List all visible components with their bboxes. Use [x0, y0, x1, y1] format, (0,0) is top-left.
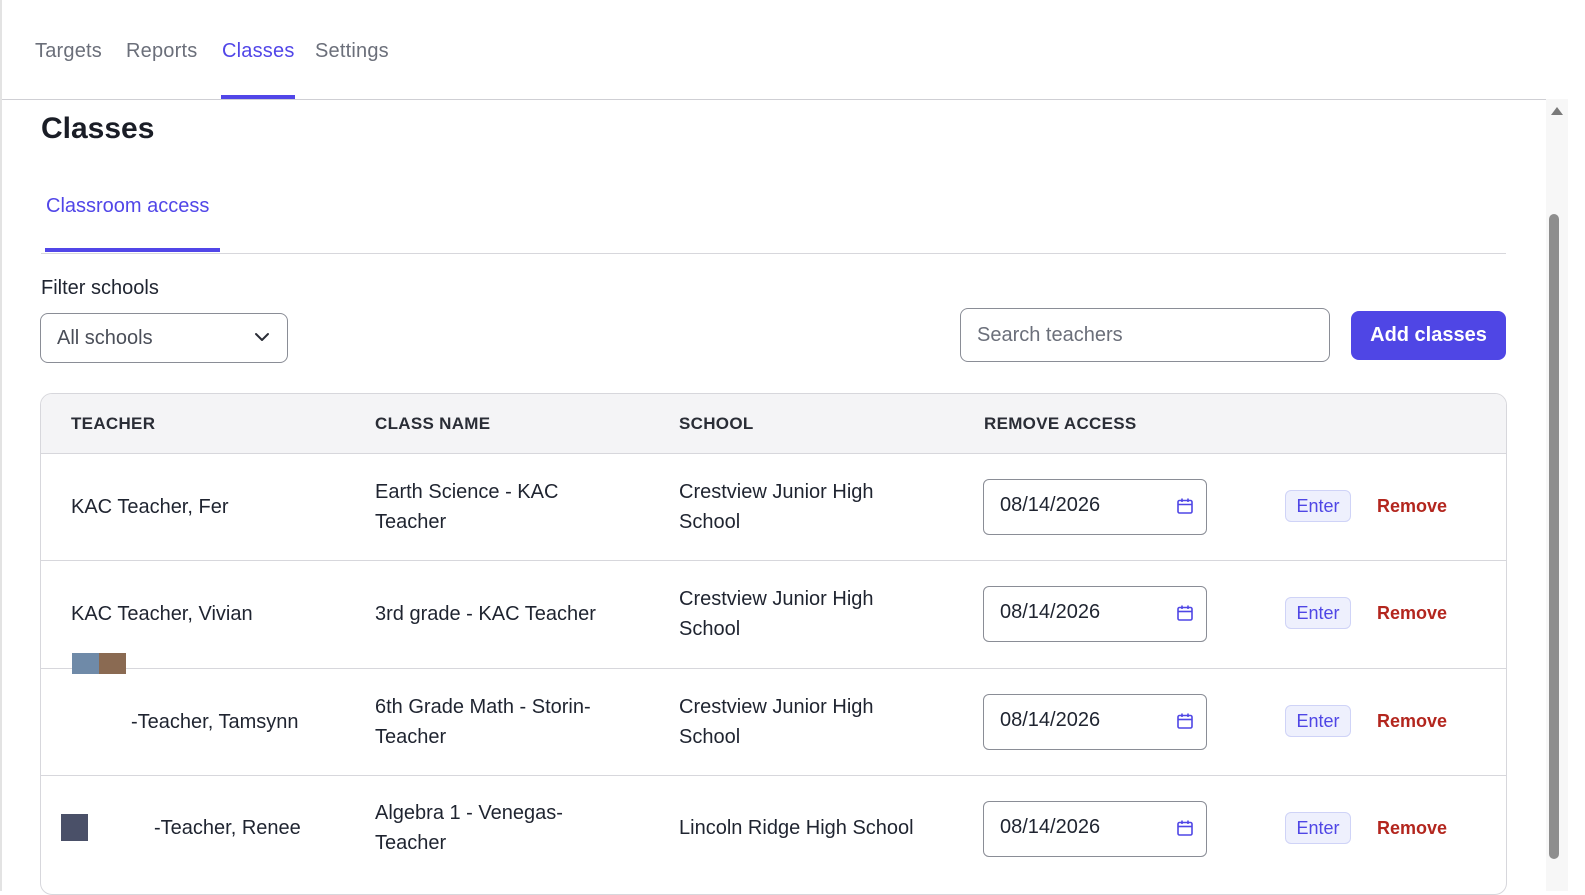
- top-navigation: Targets Reports Classes Settings: [2, 0, 1568, 100]
- school-name: Crestview Junior High School: [679, 481, 874, 533]
- column-header-class-name: CLASS NAME: [375, 414, 491, 433]
- classes-table: TEACHER CLASS NAME SCHOOL REMOVE ACCESS …: [40, 393, 1507, 895]
- class-name: Algebra 1 - Venegas-Teacher: [375, 802, 563, 854]
- remove-class-link[interactable]: Remove: [1377, 818, 1447, 839]
- remove-access-date-input[interactable]: 08/14/2026: [983, 586, 1207, 642]
- chevron-down-icon: [255, 333, 269, 341]
- class-name: 6th Grade Math - Storin-Teacher: [375, 696, 591, 748]
- filter-schools-label: Filter schools: [41, 277, 159, 299]
- column-header-teacher: TEACHER: [71, 414, 156, 433]
- remove-access-date-value: 08/14/2026: [1000, 709, 1101, 731]
- calendar-icon[interactable]: [1176, 604, 1194, 622]
- left-border: [0, 0, 2, 891]
- enter-class-button[interactable]: Enter: [1285, 597, 1351, 629]
- remove-access-date-input[interactable]: 08/14/2026: [983, 801, 1207, 857]
- enter-class-button[interactable]: Enter: [1285, 705, 1351, 737]
- scroll-up-arrow-icon[interactable]: [1550, 106, 1564, 116]
- school-name: Lincoln Ridge High School: [679, 817, 914, 839]
- tab-targets[interactable]: Targets: [35, 40, 102, 63]
- column-header-school: SCHOOL: [679, 414, 754, 433]
- active-tab-indicator: [221, 95, 295, 99]
- calendar-icon[interactable]: [1176, 497, 1194, 515]
- remove-access-date-value: 08/14/2026: [1000, 601, 1101, 623]
- column-header-remove-access: REMOVE ACCESS: [984, 414, 1137, 433]
- remove-access-date-value: 08/14/2026: [1000, 494, 1101, 516]
- subtab-divider: [41, 253, 1506, 254]
- add-classes-button[interactable]: Add classes: [1351, 311, 1506, 360]
- class-name: 3rd grade - KAC Teacher: [375, 603, 596, 625]
- table-row: KAC Teacher, Vivian 3rd grade - KAC Teac…: [41, 561, 1506, 669]
- remove-class-link[interactable]: Remove: [1377, 603, 1447, 624]
- enter-class-button[interactable]: Enter: [1285, 812, 1351, 844]
- school-filter-select[interactable]: All schools: [40, 313, 288, 363]
- enter-class-button[interactable]: Enter: [1285, 490, 1351, 522]
- teacher-name: -Teacher, Tamsynn: [131, 711, 299, 733]
- calendar-icon[interactable]: [1176, 819, 1194, 837]
- school-name: Crestview Junior High School: [679, 696, 874, 748]
- subtab-classroom-access[interactable]: Classroom access: [46, 195, 209, 218]
- tab-settings[interactable]: Settings: [315, 40, 389, 63]
- remove-class-link[interactable]: Remove: [1377, 711, 1447, 732]
- table-row: KAC Teacher, Fer Earth Science - KAC Tea…: [41, 453, 1506, 561]
- school-filter-value: All schools: [57, 327, 153, 349]
- scrollbar-thumb[interactable]: [1549, 214, 1559, 859]
- subtab-indicator: [45, 248, 220, 252]
- teacher-name: KAC Teacher, Fer: [71, 496, 229, 518]
- search-teachers-input[interactable]: [960, 308, 1330, 362]
- table-row: -Teacher, Renee Algebra 1 - Venegas-Teac…: [41, 775, 1506, 882]
- tab-classes[interactable]: Classes: [222, 40, 295, 63]
- table-header: TEACHER CLASS NAME SCHOOL REMOVE ACCESS: [41, 394, 1506, 454]
- remove-access-date-value: 08/14/2026: [1000, 816, 1101, 838]
- remove-access-date-input[interactable]: 08/14/2026: [983, 479, 1207, 535]
- redacted-name-block: [72, 653, 126, 674]
- remove-access-date-input[interactable]: 08/14/2026: [983, 694, 1207, 750]
- teacher-name: -Teacher, Renee: [154, 817, 301, 839]
- class-name: Earth Science - KAC Teacher: [375, 481, 559, 533]
- page-title: Classes: [41, 112, 155, 145]
- calendar-icon[interactable]: [1176, 712, 1194, 730]
- redacted-name-block: [61, 814, 88, 841]
- school-name: Crestview Junior High School: [679, 588, 874, 640]
- tab-reports[interactable]: Reports: [126, 40, 197, 63]
- teacher-name: KAC Teacher, Vivian: [71, 603, 253, 625]
- table-row: -Teacher, Tamsynn 6th Grade Math - Stori…: [41, 668, 1506, 776]
- remove-class-link[interactable]: Remove: [1377, 496, 1447, 517]
